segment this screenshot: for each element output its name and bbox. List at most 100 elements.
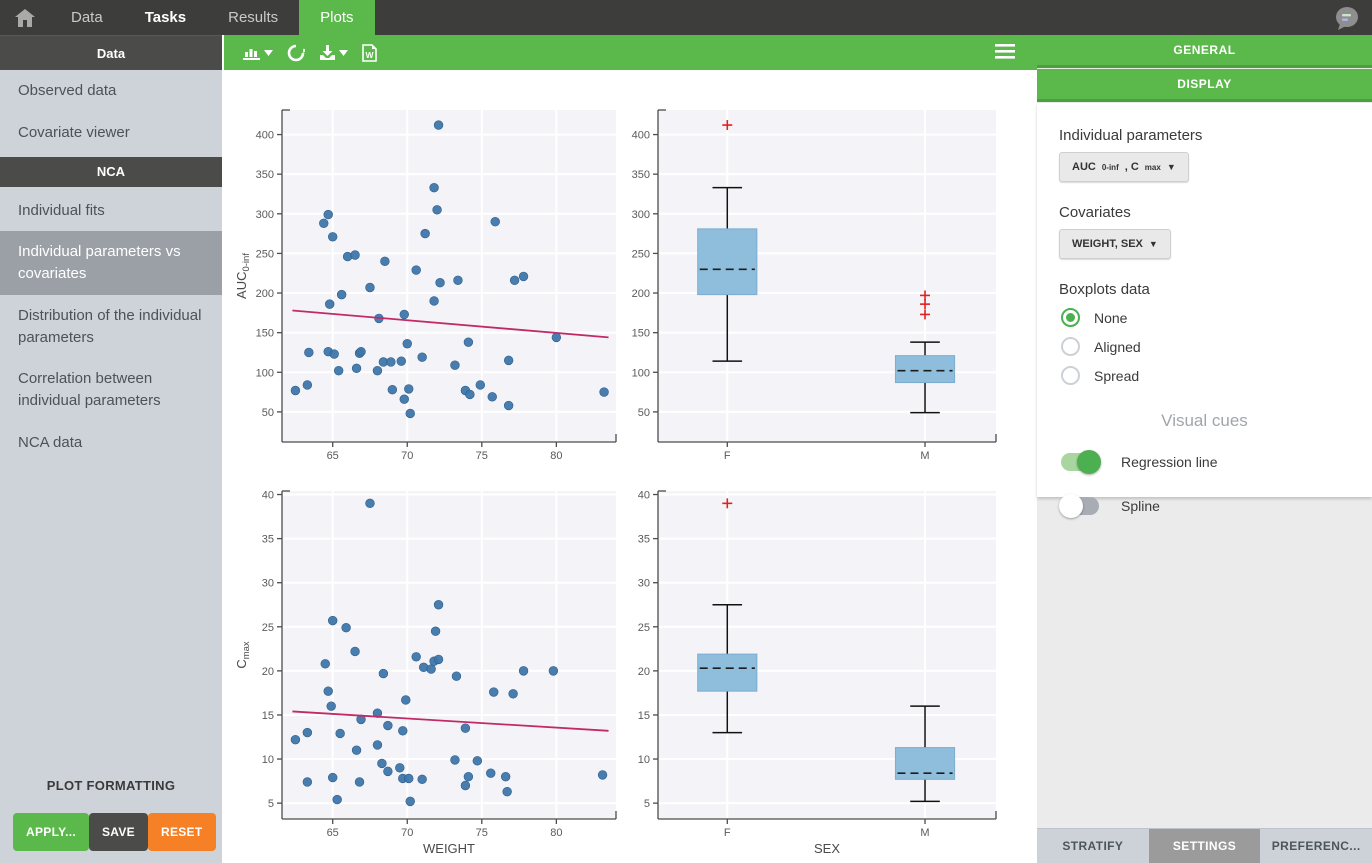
home-button[interactable] <box>0 0 50 35</box>
box-plot[interactable]: 510152025303540FMSEX <box>618 475 1022 863</box>
y-axis-label: AUC0-inf <box>234 253 252 299</box>
covariates-dropdown[interactable]: WEIGHT, SEX▼ <box>1059 229 1171 259</box>
toggle-switch[interactable] <box>1061 453 1099 471</box>
caret-down-icon <box>264 50 273 56</box>
export-image-button[interactable] <box>319 44 348 61</box>
caret-down-icon: ▼ <box>1167 162 1176 172</box>
save-button[interactable]: SAVE <box>89 813 148 851</box>
svg-text:15: 15 <box>262 710 274 722</box>
chat-bubble-icon <box>1332 4 1360 32</box>
radio-option-spread[interactable]: Spread <box>1061 366 1350 385</box>
y-axis-label: Cmax <box>234 641 252 669</box>
word-doc-icon: W <box>362 44 377 62</box>
svg-text:20: 20 <box>638 666 650 678</box>
sidebar-item[interactable]: Correlation between individual parameter… <box>0 358 222 422</box>
svg-text:M: M <box>920 450 929 462</box>
sidebar-item[interactable]: NCA data <box>0 422 222 464</box>
plots-list: Observed dataCovariate viewerNCAIndividu… <box>0 70 222 464</box>
svg-text:10: 10 <box>262 754 274 766</box>
sidebar-item[interactable]: Individual fits <box>0 190 222 232</box>
svg-text:30: 30 <box>638 578 650 590</box>
svg-text:10: 10 <box>638 754 650 766</box>
radio-button[interactable] <box>1061 366 1080 385</box>
svg-text:65: 65 <box>327 827 339 839</box>
export-word-button[interactable]: W <box>362 44 377 62</box>
general-accordion[interactable]: GENERAL <box>1037 35 1372 68</box>
plot-formatting-buttons: APPLY...SAVERESET <box>0 813 222 851</box>
top-navbar: DataTasksResultsPlots <box>0 0 1372 35</box>
svg-text:250: 250 <box>256 248 274 260</box>
sidebar-item[interactable]: Individual parameters vs covariates <box>0 231 222 295</box>
tab-preferenc[interactable]: PREFERENC... <box>1260 829 1372 863</box>
tab-stratify[interactable]: STRATIFY <box>1037 829 1149 863</box>
display-settings-card: Individual parameters AUC0-inf, Cmax▼ Co… <box>1037 103 1372 497</box>
svg-text:75: 75 <box>476 450 488 462</box>
nav-tab-tasks[interactable]: Tasks <box>124 0 207 35</box>
text: , C <box>1125 161 1139 173</box>
svg-text:200: 200 <box>632 288 650 300</box>
caret-down-icon <box>339 50 348 56</box>
plot-type-button[interactable] <box>242 45 273 61</box>
toggle-knob[interactable] <box>1059 494 1083 518</box>
reset-button[interactable]: RESET <box>148 813 216 851</box>
svg-text:40: 40 <box>262 490 274 502</box>
boxplots-data-radio-group: None Aligned Spread <box>1059 308 1350 385</box>
radio-option-aligned[interactable]: Aligned <box>1061 337 1350 356</box>
boxplot-chart-4: 510152025303540FMSEX <box>618 475 1022 863</box>
toggle-label: Spline <box>1121 498 1160 514</box>
text: AUC <box>1072 161 1096 173</box>
toggle-label: Regression line <box>1121 454 1218 470</box>
nav-tab-data[interactable]: Data <box>50 0 124 35</box>
svg-text:50: 50 <box>262 407 274 419</box>
nav-tab-plots[interactable]: Plots <box>299 0 374 35</box>
svg-text:F: F <box>724 450 731 462</box>
scatter-plot[interactable]: 5010015020025030035040065707580AUC0-inf <box>232 94 632 476</box>
plot-canvas: 50 100 150 200 250 300 350 400 65 70 75 80 AUC0-inf 5… <box>222 70 1037 863</box>
scatter-plot[interactable]: 51015202530354065707580WEIGHTCmax <box>232 475 632 863</box>
radio-button[interactable] <box>1061 337 1080 356</box>
svg-text:40: 40 <box>638 490 650 502</box>
visual-cues-toggles: Regression line Spline <box>1059 453 1350 515</box>
display-accordion[interactable]: DISPLAY <box>1037 69 1372 102</box>
x-axis-label: SEX <box>814 841 840 856</box>
svg-text:200: 200 <box>256 288 274 300</box>
svg-text:150: 150 <box>256 328 274 340</box>
refresh-button[interactable] <box>287 44 305 62</box>
apply-button[interactable]: APPLY... <box>13 813 89 851</box>
radio-button[interactable] <box>1061 308 1080 327</box>
svg-text:65: 65 <box>327 450 339 462</box>
plots-sidebar: Observed dataCovariate viewerNCAIndividu… <box>0 70 222 863</box>
radio-option-none[interactable]: None <box>1061 308 1350 327</box>
svg-text:W: W <box>365 50 374 60</box>
nav-tab-results[interactable]: Results <box>207 0 299 35</box>
sidebar-item[interactable]: Covariate viewer <box>0 112 222 154</box>
svg-text:350: 350 <box>256 169 274 181</box>
box-plot[interactable]: 50100150200250300350400FM <box>618 94 1022 476</box>
svg-text:80: 80 <box>550 827 562 839</box>
sidebar-item[interactable]: Observed data <box>0 70 222 112</box>
svg-text:70: 70 <box>401 827 413 839</box>
sidebar-item[interactable]: Distribution of the individual parameter… <box>0 295 222 359</box>
tab-settings[interactable]: SETTINGS <box>1149 829 1261 863</box>
toggle-knob[interactable] <box>1077 450 1101 474</box>
plot-formatting-title: PLOT FORMATTING <box>0 778 222 793</box>
chat-button[interactable] <box>1332 4 1360 32</box>
svg-text:100: 100 <box>632 367 650 379</box>
toggle-switch[interactable] <box>1061 497 1099 515</box>
individual-parameters-dropdown[interactable]: AUC0-inf, Cmax▼ <box>1059 152 1189 182</box>
svg-text:300: 300 <box>632 209 650 221</box>
svg-text:400: 400 <box>256 130 274 142</box>
refresh-icon <box>287 44 305 62</box>
visual-cues-title: Visual cues <box>1059 411 1350 431</box>
svg-text:350: 350 <box>632 169 650 181</box>
plot-layout-menu-button[interactable] <box>995 43 1015 65</box>
nav-tabs: DataTasksResultsPlots <box>50 0 375 35</box>
svg-text:300: 300 <box>256 209 274 221</box>
sidebar-section-title: Data <box>0 35 222 70</box>
svg-text:20: 20 <box>262 666 274 678</box>
radio-label: None <box>1094 310 1127 326</box>
svg-text:150: 150 <box>632 328 650 340</box>
covariates-label: Covariates <box>1059 204 1350 221</box>
download-icon <box>319 44 336 61</box>
radio-label: Aligned <box>1094 339 1141 355</box>
